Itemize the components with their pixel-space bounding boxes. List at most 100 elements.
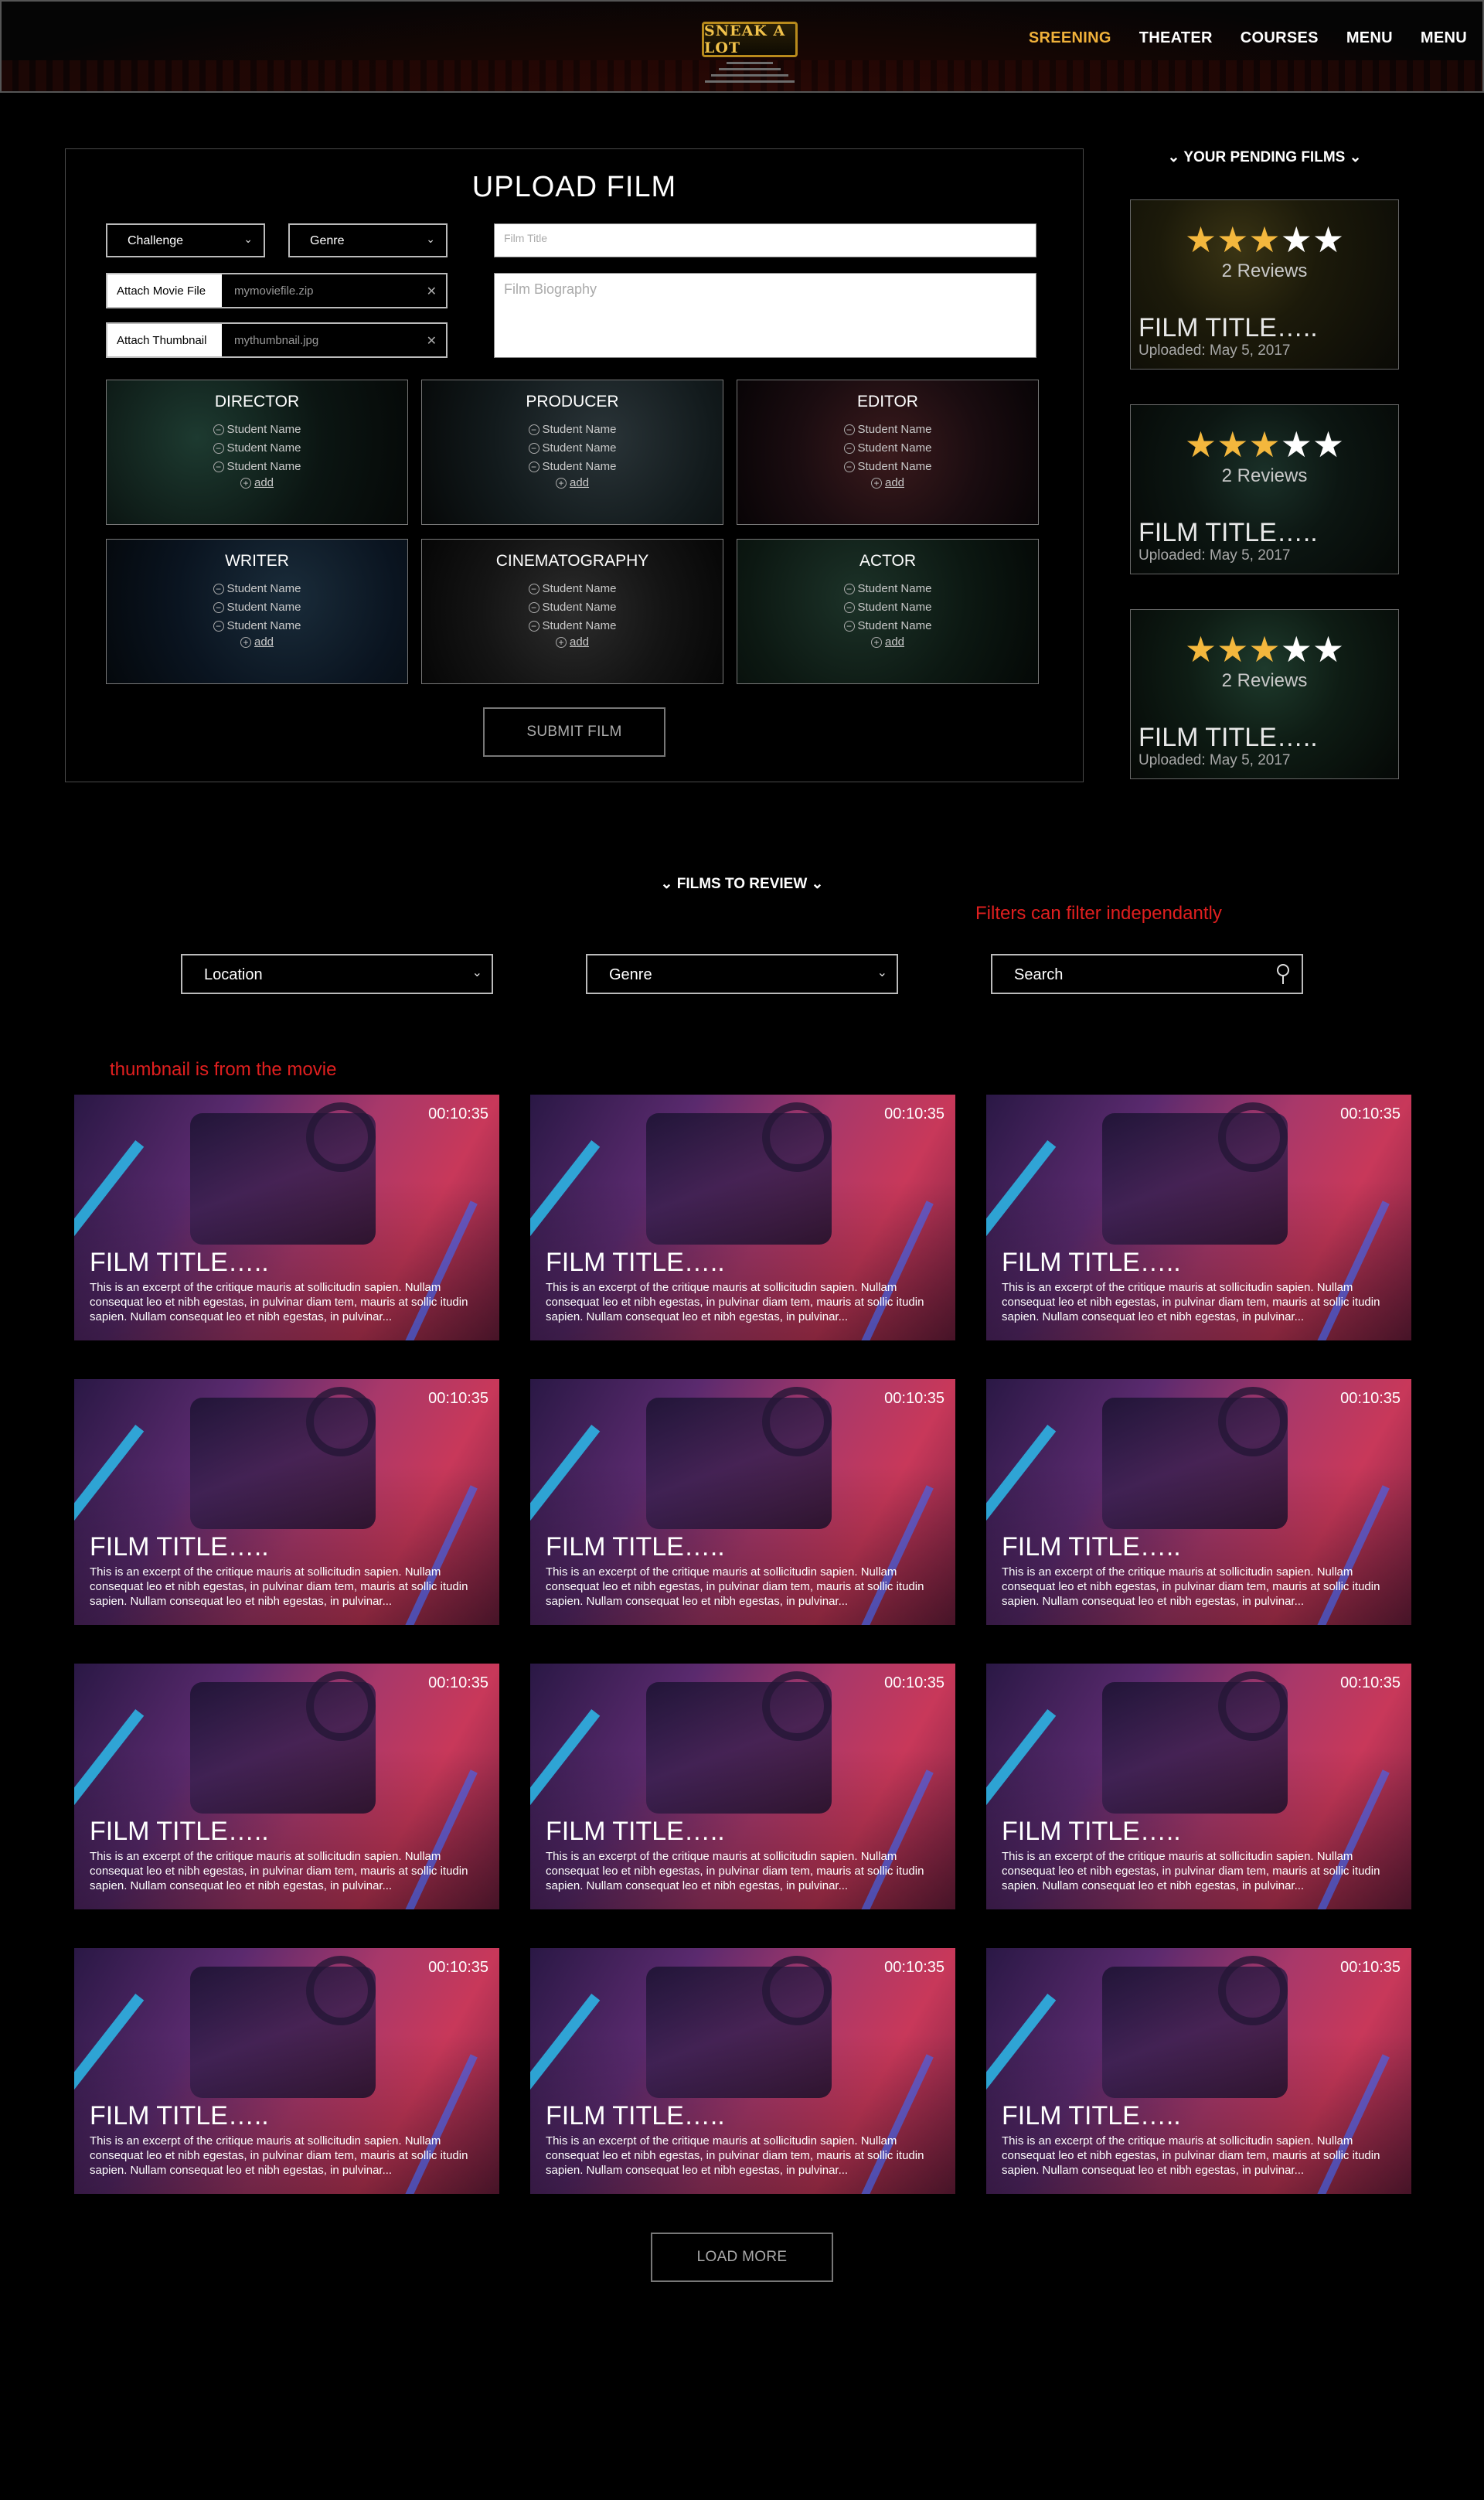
add-student-link[interactable]: + add [422, 635, 723, 649]
minus-circle-icon[interactable]: − [843, 462, 855, 473]
film-review-card[interactable]: 00:10:35 FILM TITLE….. This is an excerpt … [530, 1095, 955, 1340]
film-title: FILM TITLE….. [90, 1248, 269, 1277]
film-duration: 00:10:35 [884, 1674, 945, 1691]
minus-circle-icon[interactable]: − [213, 584, 224, 595]
search-icon[interactable] [1274, 962, 1292, 986]
film-review-card[interactable]: 00:10:35 FILM TITLE….. This is an excerpt … [530, 1948, 955, 2194]
film-duration: 00:10:35 [428, 1390, 488, 1407]
minus-circle-icon[interactable]: − [528, 621, 539, 632]
nav-link-courses[interactable]: COURSES [1241, 29, 1319, 47]
genre-filter-value: Genre [609, 966, 652, 983]
film-review-card[interactable]: 00:10:35 FILM TITLE….. This is an excerpt … [74, 1664, 499, 1909]
challenge-select[interactable]: Challenge ⌄ [106, 223, 265, 257]
plus-circle-icon: + [555, 478, 567, 489]
add-label: add [254, 635, 274, 649]
add-student-link[interactable]: + add [737, 635, 1038, 649]
camera-reel [306, 1956, 376, 2025]
annotation-thumbnail: thumbnail is from the movie [110, 1059, 337, 1080]
site-logo[interactable]: SNEAK A LOT [702, 22, 798, 57]
minus-circle-icon[interactable]: − [528, 424, 539, 436]
star-icon: ★ [1280, 220, 1312, 260]
role-card-writer: WRITER − Student Name − Student Name − Stud… [106, 539, 408, 684]
nav-link-menu-1[interactable]: MENU [1346, 29, 1393, 47]
minus-circle-icon[interactable]: − [213, 424, 224, 436]
load-more-button[interactable]: LOAD MORE [651, 2233, 833, 2282]
upload-title: UPLOAD FILM [471, 171, 677, 203]
film-review-card[interactable]: 00:10:35 FILM TITLE….. This is an excerpt … [74, 1095, 499, 1340]
film-review-card[interactable]: 00:10:35 FILM TITLE….. This is an excerpt … [74, 1379, 499, 1625]
minus-circle-icon[interactable]: − [213, 462, 224, 473]
minus-circle-icon[interactable]: − [528, 584, 539, 595]
minus-circle-icon[interactable]: − [528, 602, 539, 614]
film-excerpt: This is an excerpt of the critique mauri… [1002, 2134, 1380, 2177]
film-review-card[interactable]: 00:10:35 FILM TITLE….. This is an excerpt … [530, 1664, 955, 1909]
add-student-link[interactable]: + add [737, 476, 1038, 489]
student-name: Student Name [226, 423, 301, 436]
film-duration: 00:10:35 [1340, 1959, 1401, 1976]
film-excerpt: This is an excerpt of the critique mauri… [1002, 1565, 1380, 1608]
film-title: FILM TITLE….. [1002, 2101, 1181, 2130]
nav-link-menu-2[interactable]: MENU [1421, 29, 1467, 47]
nav-link-screening[interactable]: SREENING [1029, 29, 1111, 47]
film-duration: 00:10:35 [884, 1959, 945, 1976]
film-review-card[interactable]: 00:10:35 FILM TITLE….. This is an excerpt … [986, 1379, 1411, 1625]
plus-circle-icon: + [870, 478, 882, 489]
genre-filter-select[interactable]: Genre ⌄ [586, 954, 898, 994]
star-icon: ★ [1280, 424, 1312, 465]
minus-circle-icon[interactable]: − [843, 602, 855, 614]
film-biography-textarea[interactable]: Film Biography [494, 273, 1036, 358]
role-title: PRODUCER [526, 393, 619, 410]
pending-film-card[interactable]: ★★★★★ 2 Reviews FILM TITLE….. Uploaded: … [1130, 199, 1399, 370]
add-label: add [884, 635, 905, 649]
add-student-link[interactable]: + add [422, 476, 723, 489]
film-review-card[interactable]: 00:10:35 FILM TITLE….. This is an excerpt … [74, 1948, 499, 2194]
film-title: FILM TITLE….. [546, 1817, 725, 1846]
star-icon: ★ [1184, 424, 1217, 465]
add-student-link[interactable]: + add [107, 635, 407, 649]
film-title: FILM TITLE….. [546, 2101, 725, 2130]
film-review-card[interactable]: 00:10:35 FILM TITLE….. This is an excerpt … [530, 1379, 955, 1625]
minus-circle-icon[interactable]: − [528, 443, 539, 455]
add-student-link[interactable]: + add [107, 476, 407, 489]
film-duration: 00:10:35 [1340, 1390, 1401, 1407]
pending-film-card[interactable]: ★★★★★ 2 Reviews FILM TITLE….. Uploaded: … [1130, 404, 1399, 574]
attach-thumbnail-field[interactable]: Attach Thumbnail mythumbnail.jpg ✕ [106, 322, 448, 358]
pending-film-title: FILM TITLE….. [1139, 313, 1318, 342]
close-icon[interactable]: ✕ [427, 333, 437, 349]
close-icon[interactable]: ✕ [427, 284, 437, 299]
film-title: FILM TITLE….. [546, 1532, 725, 1562]
minus-circle-icon[interactable]: − [843, 621, 855, 632]
minus-circle-icon[interactable]: − [528, 462, 539, 473]
film-title: FILM TITLE….. [1002, 1248, 1181, 1277]
minus-circle-icon[interactable]: − [843, 443, 855, 455]
pending-film-card[interactable]: ★★★★★ 2 Reviews FILM TITLE….. Uploaded: … [1130, 609, 1399, 779]
films-to-review-heading[interactable]: ⌄ FILMS TO REVIEW ⌄ [0, 875, 1484, 893]
location-select[interactable]: Location ⌄ [181, 954, 493, 994]
submit-film-button[interactable]: SUBMIT FILM [483, 707, 665, 757]
minus-circle-icon[interactable]: − [213, 443, 224, 455]
genre-select[interactable]: Genre ⌄ [288, 223, 448, 257]
nav-link-theater[interactable]: THEATER [1139, 29, 1213, 47]
film-duration: 00:10:35 [428, 1959, 488, 1976]
minus-circle-icon[interactable]: − [213, 621, 224, 632]
search-input[interactable]: Search [991, 954, 1303, 994]
attach-movie-field[interactable]: Attach Movie File mymoviefile.zip ✕ [106, 273, 448, 308]
film-review-card[interactable]: 00:10:35 FILM TITLE….. This is an excerpt … [986, 1095, 1411, 1340]
film-title: FILM TITLE….. [1002, 1532, 1181, 1562]
minus-circle-icon[interactable]: − [843, 584, 855, 595]
star-icon: ★ [1312, 629, 1345, 669]
pending-films-heading[interactable]: ⌄ YOUR PENDING FILMS ⌄ [1130, 148, 1399, 166]
star-icon: ★ [1248, 424, 1281, 465]
minus-circle-icon[interactable]: − [843, 424, 855, 436]
camera-reel [762, 1387, 832, 1456]
student-name: Student Name [542, 619, 617, 632]
film-review-card[interactable]: 00:10:35 FILM TITLE….. This is an excerpt … [986, 1664, 1411, 1909]
student-name: Student Name [226, 601, 301, 614]
star-icon: ★ [1280, 629, 1312, 669]
student-name: Student Name [226, 460, 301, 473]
camera-reel [762, 1102, 832, 1172]
film-title-input[interactable]: Film Title [494, 223, 1036, 257]
film-review-card[interactable]: 00:10:35 FILM TITLE….. This is an excerpt … [986, 1948, 1411, 2194]
star-icon: ★ [1312, 424, 1345, 465]
minus-circle-icon[interactable]: − [213, 602, 224, 614]
